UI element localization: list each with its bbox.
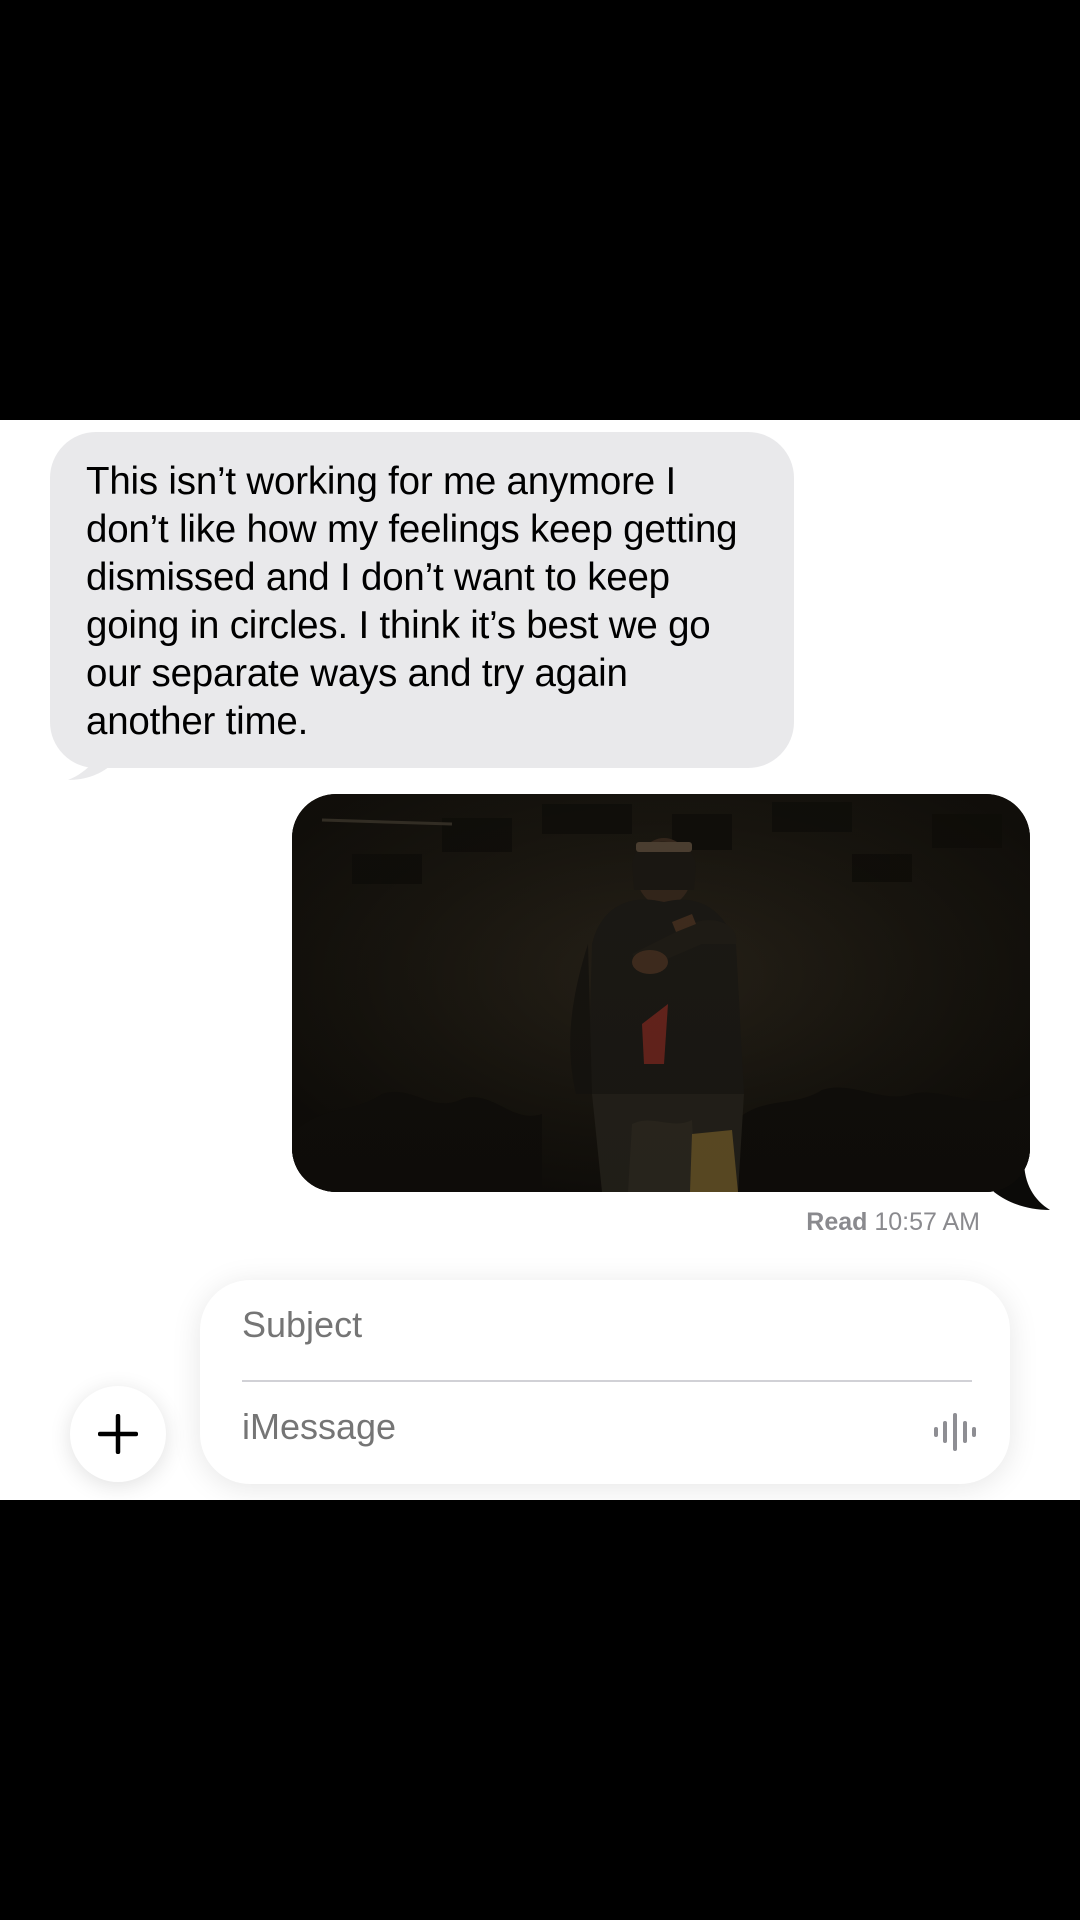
message-thread[interactable]: This isn’t working for me anymore I don’… (0, 420, 1080, 1500)
subject-field[interactable] (242, 1304, 942, 1346)
outgoing-media-bubble[interactable] (292, 794, 1030, 1192)
add-attachment-button[interactable] (70, 1386, 166, 1482)
letterbox-top (0, 0, 1080, 420)
dictation-button[interactable] (930, 1408, 980, 1456)
compose-divider (242, 1380, 972, 1382)
read-time: 10:57 AM (874, 1208, 980, 1236)
media-thumbnail (292, 794, 1030, 1192)
read-label: Read (806, 1208, 868, 1236)
waveform-icon (934, 1413, 976, 1451)
incoming-message-bubble[interactable]: This isn’t working for me anymore I don’… (50, 432, 794, 768)
letterbox-bottom (0, 1500, 1080, 1920)
read-receipt: Read 10:57 AM (806, 1208, 980, 1237)
screen: This isn’t working for me anymore I don’… (0, 0, 1080, 1920)
plus-icon (98, 1414, 138, 1454)
compose-box[interactable] (200, 1280, 1010, 1484)
incoming-message-text: This isn’t working for me anymore I don’… (86, 460, 738, 743)
message-field[interactable] (242, 1406, 882, 1448)
